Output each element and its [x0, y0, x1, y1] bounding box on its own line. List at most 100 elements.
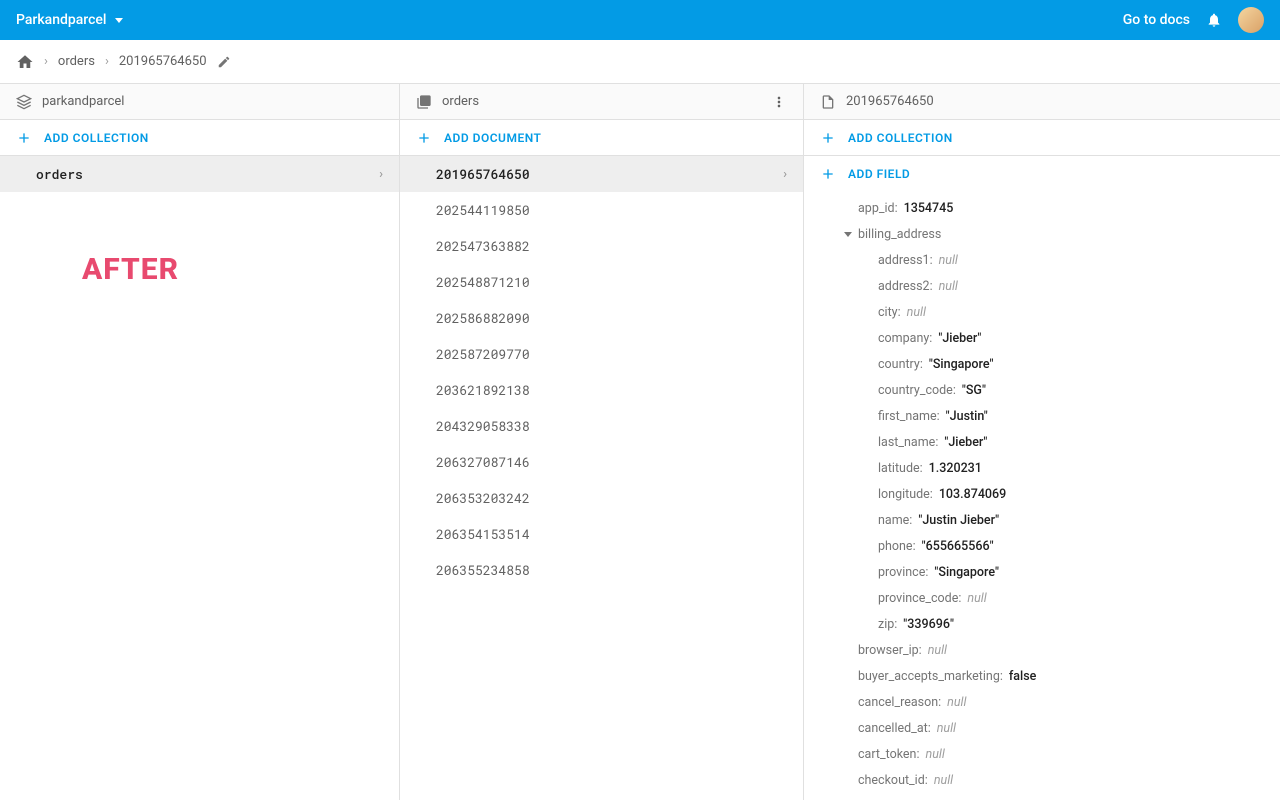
field-row[interactable]: cart_token: null [804, 742, 1280, 768]
plus-icon [416, 130, 432, 146]
field-value: null [928, 642, 947, 660]
field-key: province_code [878, 590, 958, 608]
list-item[interactable]: 202544119850 [400, 192, 803, 228]
field-row[interactable]: longitude: 103.874069 [804, 482, 1280, 508]
docs-link[interactable]: Go to docs [1123, 12, 1190, 28]
bell-icon[interactable] [1206, 12, 1222, 28]
field-row[interactable]: last_name: "Jieber" [804, 430, 1280, 456]
breadcrumb-item[interactable]: 201965764650 [119, 54, 207, 69]
field-row[interactable]: address2: null [804, 274, 1280, 300]
field-value: 103.874069 [939, 486, 1006, 504]
add-collection-button[interactable]: ADD COLLECTION [0, 120, 399, 156]
data-panels: parkandparcel ADD COLLECTION orders› AFT… [0, 84, 1280, 800]
field-value: "SG" [962, 382, 986, 400]
field-value: null [939, 252, 958, 270]
plus-icon [16, 130, 32, 146]
add-field-label: ADD FIELD [848, 167, 910, 181]
document-list: 201965764650›202544119850202547363882202… [400, 156, 803, 800]
panel-title: parkandparcel [42, 94, 124, 109]
field-key: first_name [878, 408, 937, 426]
field-key: cart_token [858, 746, 916, 764]
field-list: app_id: 1354745billing_addressaddress1: … [804, 192, 1280, 800]
field-row[interactable]: cancel_reason: null [804, 690, 1280, 716]
list-item[interactable]: 201965764650› [400, 156, 803, 192]
list-item[interactable]: 202548871210 [400, 264, 803, 300]
collection-panel: orders ADD DOCUMENT 201965764650›2025441… [400, 84, 804, 800]
edit-icon[interactable] [217, 55, 231, 69]
field-row[interactable]: buyer_accepts_marketing: false [804, 664, 1280, 690]
field-value: "Jieber" [944, 434, 987, 452]
list-item[interactable]: 202586882090 [400, 300, 803, 336]
list-item[interactable]: 206355234858 [400, 552, 803, 588]
add-collection-label: ADD COLLECTION [848, 131, 953, 145]
field-key: name [878, 512, 909, 530]
field-value: null [937, 720, 956, 738]
project-name: Parkandparcel [16, 12, 107, 28]
field-row[interactable]: checkout_id: null [804, 768, 1280, 794]
list-item[interactable]: 202587209770 [400, 336, 803, 372]
field-row[interactable]: phone: "655665566" [804, 534, 1280, 560]
field-key: city [878, 304, 898, 322]
field-key: cancelled_at [858, 720, 928, 738]
database-icon [16, 94, 32, 110]
field-value: "Justin Jieber" [918, 512, 999, 530]
chevron-right-icon: › [44, 54, 48, 69]
field-value: null [967, 590, 986, 608]
collection-list: orders› [0, 156, 399, 800]
field-value: false [1009, 668, 1036, 686]
field-key: phone [878, 538, 913, 556]
add-collection-label: ADD COLLECTION [44, 131, 149, 145]
project-selector[interactable]: Parkandparcel [16, 12, 123, 28]
chevron-right-icon: › [783, 167, 787, 182]
field-row[interactable]: country_code: "SG" [804, 378, 1280, 404]
collapse-icon[interactable] [844, 232, 852, 237]
field-value: null [934, 772, 953, 790]
add-collection-button[interactable]: ADD COLLECTION [804, 120, 1280, 156]
field-key: buyer_accepts_marketing [858, 668, 1000, 686]
add-document-button[interactable]: ADD DOCUMENT [400, 120, 803, 156]
field-row[interactable]: province_code: null [804, 586, 1280, 612]
field-row[interactable]: company: "Jieber" [804, 326, 1280, 352]
field-key: zip [878, 616, 894, 634]
list-item[interactable]: 206354153514 [400, 516, 803, 552]
field-row[interactable]: browser_ip: null [804, 638, 1280, 664]
add-document-label: ADD DOCUMENT [444, 131, 541, 145]
list-item[interactable]: orders› [0, 156, 399, 192]
collection-icon [416, 94, 432, 110]
home-icon[interactable] [16, 53, 34, 71]
field-row[interactable]: latitude: 1.320231 [804, 456, 1280, 482]
field-row[interactable]: app_id: 1354745 [804, 196, 1280, 222]
field-key: checkout_id [858, 772, 925, 790]
list-item[interactable]: 204329058338 [400, 408, 803, 444]
breadcrumb-item[interactable]: orders [58, 54, 95, 69]
field-value: null [907, 304, 926, 322]
field-value: "Jieber" [938, 330, 981, 348]
field-row[interactable]: first_name: "Justin" [804, 404, 1280, 430]
field-value: null [947, 694, 966, 712]
field-key: longitude [878, 486, 930, 504]
field-key: latitude [878, 460, 920, 478]
field-key: country_code [878, 382, 953, 400]
field-row[interactable]: zip: "339696" [804, 612, 1280, 638]
field-row[interactable]: cancelled_at: null [804, 716, 1280, 742]
avatar[interactable] [1238, 7, 1264, 33]
list-item[interactable]: 202547363882 [400, 228, 803, 264]
panel-title: orders [442, 94, 479, 109]
list-item[interactable]: 206327087146 [400, 444, 803, 480]
field-value: "Singapore" [929, 356, 994, 374]
field-row[interactable]: country: "Singapore" [804, 352, 1280, 378]
chevron-right-icon: › [105, 54, 109, 69]
document-panel: 201965764650 ADD COLLECTION ADD FIELD ap… [804, 84, 1280, 800]
list-item[interactable]: 206353203242 [400, 480, 803, 516]
field-key: app_id [858, 200, 895, 218]
field-row[interactable]: name: "Justin Jieber" [804, 508, 1280, 534]
more-vert-icon[interactable] [771, 94, 787, 110]
field-row[interactable]: province: "Singapore" [804, 560, 1280, 586]
add-field-button[interactable]: ADD FIELD [804, 156, 1280, 192]
field-row[interactable]: billing_address [804, 222, 1280, 248]
field-row[interactable]: address1: null [804, 248, 1280, 274]
field-key: address2 [878, 278, 930, 296]
field-row[interactable]: city: null [804, 300, 1280, 326]
breadcrumb: › orders › 201965764650 [0, 40, 1280, 84]
list-item[interactable]: 203621892138 [400, 372, 803, 408]
